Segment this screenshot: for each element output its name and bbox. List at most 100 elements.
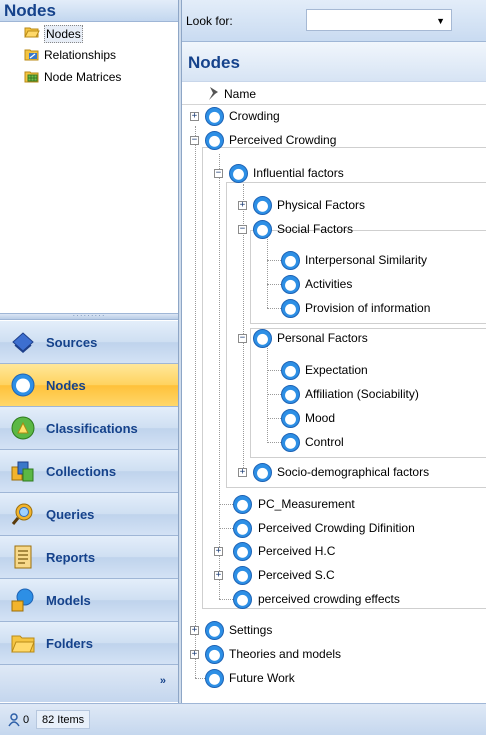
node-icon [281, 409, 300, 428]
pin-icon [209, 87, 218, 100]
tree-node-label: Affiliation (Sociability) [305, 387, 419, 401]
models-icon [11, 588, 34, 612]
tree-node-label: Provision of information [305, 301, 431, 315]
node-icon [205, 621, 224, 640]
nav-button-label: Reports [46, 549, 96, 565]
tree-connector [219, 154, 220, 599]
expand-icon[interactable]: + [214, 547, 223, 556]
navigation-pane: Nodes Nodes Relationships Node Matrices [0, 0, 179, 703]
tree-connector [267, 394, 281, 395]
tree-node-label: Perceived S.C [258, 568, 335, 582]
tree-connector [267, 370, 281, 371]
nav-button-sources[interactable]: Sources [0, 321, 178, 364]
tree-connector [267, 284, 281, 285]
tree-node-label: Personal Factors [277, 331, 368, 345]
expand-icon[interactable]: + [190, 650, 199, 659]
look-for-combobox[interactable]: ▼ [306, 9, 452, 31]
classifications-icon [11, 416, 35, 440]
collapse-icon[interactable]: − [238, 225, 247, 234]
tree-node-label: Perceived Crowding [229, 133, 337, 147]
collapse-icon[interactable]: − [190, 136, 199, 145]
list-view-title: Nodes [182, 42, 486, 82]
node-icon [11, 373, 35, 397]
tree-node-label: Settings [229, 623, 273, 637]
nav-button-queries[interactable]: Queries [0, 493, 178, 536]
tree-node-label: Future Work [229, 671, 295, 685]
nav-button-label: Models [46, 592, 91, 608]
nav-button-label: Classifications [46, 420, 138, 436]
tree-connector [219, 504, 233, 505]
node-icon [205, 107, 224, 126]
look-for-label: Look for: [186, 14, 233, 28]
nav-button-label: Queries [46, 506, 95, 522]
tree-node-label: Social Factors [277, 222, 354, 236]
nav-button-label: Sources [46, 334, 98, 350]
tree-node-label: Crowding [229, 109, 280, 123]
node-icon [281, 361, 300, 380]
node-icon [281, 299, 300, 318]
nav-button-models[interactable]: Models [0, 579, 178, 622]
queries-icon [11, 503, 33, 525]
expand-icon[interactable]: + [238, 201, 247, 210]
tree-connector [219, 528, 233, 529]
nav-button-classifications[interactable]: Classifications [0, 407, 178, 450]
node-icon [205, 645, 224, 664]
tree-node-label: PC_Measurement [258, 497, 355, 511]
tree-connector [267, 418, 281, 419]
tree-connector [267, 308, 281, 309]
collapse-icon[interactable]: − [214, 169, 223, 178]
user-icon [8, 713, 20, 727]
nav-overflow-button[interactable]: » [0, 664, 178, 702]
tree-connector [267, 344, 268, 441]
expand-icon[interactable]: + [214, 571, 223, 580]
tree-node-label: Control [305, 435, 344, 449]
tree-node-label: Influential factors [253, 166, 344, 180]
nav-button-folders[interactable]: Folders [0, 622, 178, 665]
dropdown-arrow-icon[interactable]: ▼ [436, 16, 445, 26]
tree-connector [267, 236, 268, 308]
tree-node-label: Theories and models [229, 647, 342, 661]
tree-connector [219, 599, 233, 600]
collapse-icon[interactable]: − [238, 334, 247, 343]
folder-open-icon [24, 27, 40, 38]
folders-icon [11, 635, 35, 653]
node-icon [205, 669, 224, 688]
expand-icon[interactable]: + [238, 468, 247, 477]
tree-node-label: Mood [305, 411, 336, 425]
folder-tree: Nodes Relationships Node Matrices [0, 22, 178, 91]
nav-button-reports[interactable]: Reports [0, 536, 178, 579]
list-view-pane: Look for: ▼ Nodes Name + Crowding − Perc… [181, 0, 486, 703]
nav-button-label: Nodes [46, 377, 86, 393]
node-icon [253, 196, 272, 215]
nav-button-label: Collections [46, 463, 117, 479]
nav-button-nodes[interactable]: Nodes [0, 364, 178, 407]
tree-node-label: Physical Factors [277, 198, 366, 212]
node-icon [229, 164, 248, 183]
tree-connector [195, 126, 196, 678]
navigation-pane-title: Nodes [0, 0, 178, 22]
pane-splitter[interactable]: ········· [0, 312, 178, 320]
tree-connector [267, 260, 281, 261]
folder-tree-item-relationships[interactable]: Relationships [0, 47, 178, 69]
nav-button-label: Folders [46, 635, 93, 651]
node-icon [253, 220, 272, 239]
node-tree: + Crowding − Perceived Crowding − Influe… [182, 106, 486, 703]
folder-tree-label: Nodes [44, 25, 83, 43]
nav-button-collections[interactable]: Collections [0, 450, 178, 493]
collections-icon [11, 461, 34, 482]
node-icon [281, 275, 300, 294]
item-count: 82 Items [36, 710, 91, 729]
expand-icon[interactable]: + [190, 112, 199, 121]
folder-tree-item-node-matrices[interactable]: Node Matrices [0, 69, 178, 91]
folder-tree-label: Relationships [44, 48, 117, 62]
reports-icon [14, 545, 32, 569]
column-header-name[interactable]: Name [224, 87, 256, 101]
node-icon [233, 495, 252, 514]
tree-node-label: perceived crowding effects [258, 592, 400, 606]
expand-icon[interactable]: + [190, 626, 199, 635]
relationships-icon [24, 49, 39, 61]
node-icon [233, 590, 252, 609]
column-header-row: Name [182, 83, 486, 105]
status-bar: 0 82 Items [0, 703, 486, 735]
folder-tree-item-nodes[interactable]: Nodes [0, 25, 178, 47]
